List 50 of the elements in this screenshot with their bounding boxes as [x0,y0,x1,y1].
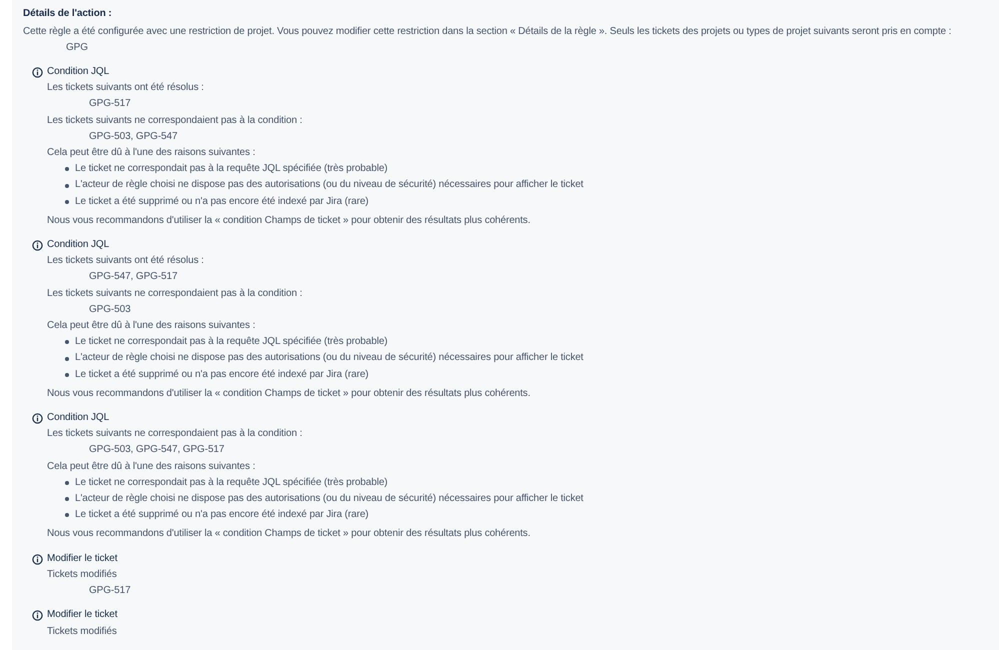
ticket-keys: GPG-503, GPG-547 [47,128,584,146]
reasons-label: Cela peut être dû à l'une des raisons suivantes : [47,146,256,160]
ticket-keys: GPG-503, GPG-547, GPG-517 [47,442,584,459]
section-label: Les tickets suivants ont été résolus : [47,254,205,268]
reason-text: Le ticket ne correspondait pas à la requête JQL spécifiée (très probable) [75,476,388,490]
recommendation-text: Nous vous recommandons d'utiliser la « condition Champs de ticket » pour obtenir des résultats plus cohérents. [47,214,532,228]
bullet-icon [65,340,69,344]
bullet-icon [65,513,69,518]
reason-text: Le ticket ne correspondait pas à la requête JQL spécifiée (très probable) [75,335,388,350]
bullet-icon [65,372,69,377]
section-heading: Détails de l'action : [23,7,113,21]
entry-title: Modifier le ticket [47,552,118,566]
project-key: GPG [23,40,999,56]
recommendation-text: Nous vous recommandons d'utiliser la « condition Champs de ticket » pour obtenir des résultats plus cohérents. [47,386,532,401]
section-label: Les tickets suivants ne correspondaient pas à la condition : [47,427,304,442]
ticket-keys: GPG-547, GPG-517 [47,269,584,286]
reason-text: L'acteur de règle choisi ne dispose pas des autorisations (ou du niveau de sécurité) nécessaires pour afficher le ticket [75,492,584,506]
section-label: Tickets modifiés [47,568,118,582]
section-label: Les tickets suivants ont été résolus : [47,81,205,96]
bullet-icon [65,167,69,172]
reason-text: Le ticket a été supprimé ou n'a pas encore été indexé par Jira (rare) [75,508,369,522]
bullet-icon [65,200,69,204]
bullet-icon [65,184,69,188]
info-icon [32,610,43,622]
description-text: Cette règle a été configurée avec une restriction de projet. Vous pouvez modifier cette restriction dans la section « Détails de la règle ». Seuls les tickets des projets ou types de projet suivants seront pris en compte : [23,25,952,39]
ticket-keys: GPG-517 [47,583,131,600]
info-icon [32,413,43,424]
reason-text: Le ticket a été supprimé ou n'a pas encore été indexé par Jira (rare) [75,194,369,209]
entry-title: Modifier le ticket [47,608,118,622]
bullet-icon [65,480,69,485]
info-icon [32,67,43,78]
section-label: Les tickets suivants ne correspondaient pas à la condition : [47,286,304,301]
ticket-keys: GPG-503 [47,302,584,318]
reason-text: Le ticket ne correspondait pas à la requête JQL spécifiée (très probable) [75,162,388,176]
reasons-label: Cela peut être dû à l'une des raisons suivantes : [47,460,256,474]
recommendation-text: Nous vous recommandons d'utiliser la « condition Champs de ticket » pour obtenir des résultats plus cohérents. [47,527,532,542]
reason-text: Le ticket a été supprimé ou n'a pas encore été indexé par Jira (rare) [75,368,369,382]
bullet-icon [65,356,69,361]
info-icon [32,240,43,252]
entry-title: Condition JQL [47,411,110,426]
reason-text: L'acteur de règle choisi ne dispose pas des autorisations (ou du niveau de sécurité) nécessaires pour afficher le ticket [75,178,584,192]
section-label: Les tickets suivants ne correspondaient pas à la condition : [47,114,304,128]
info-icon [32,554,43,565]
bullet-icon [65,497,69,502]
reason-text: L'acteur de règle choisi ne dispose pas des autorisations (ou du niveau de sécurité) nécessaires pour afficher le ticket [75,351,584,366]
reasons-label: Cela peut être dû à l'une des raisons suivantes : [47,319,256,334]
section-label: Tickets modifiés [47,624,118,638]
entry-title: Condition JQL [47,238,110,252]
ticket-keys: GPG-517 [47,96,584,113]
entry-title: Condition JQL [47,65,110,79]
